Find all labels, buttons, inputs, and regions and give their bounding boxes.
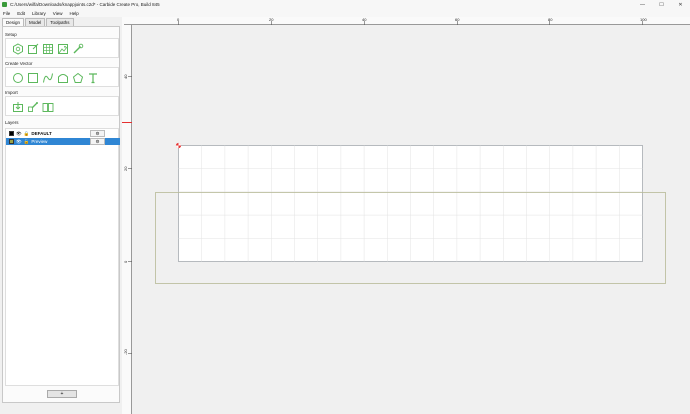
ruler-ticks-top: [178, 21, 643, 25]
ruler-ticks-left: [128, 76, 132, 354]
stock-grid: [178, 145, 643, 262]
stock-material[interactable]: [178, 145, 643, 262]
origin-marker-icon: [175, 142, 182, 149]
canvas-drawing: [128, 21, 666, 354]
